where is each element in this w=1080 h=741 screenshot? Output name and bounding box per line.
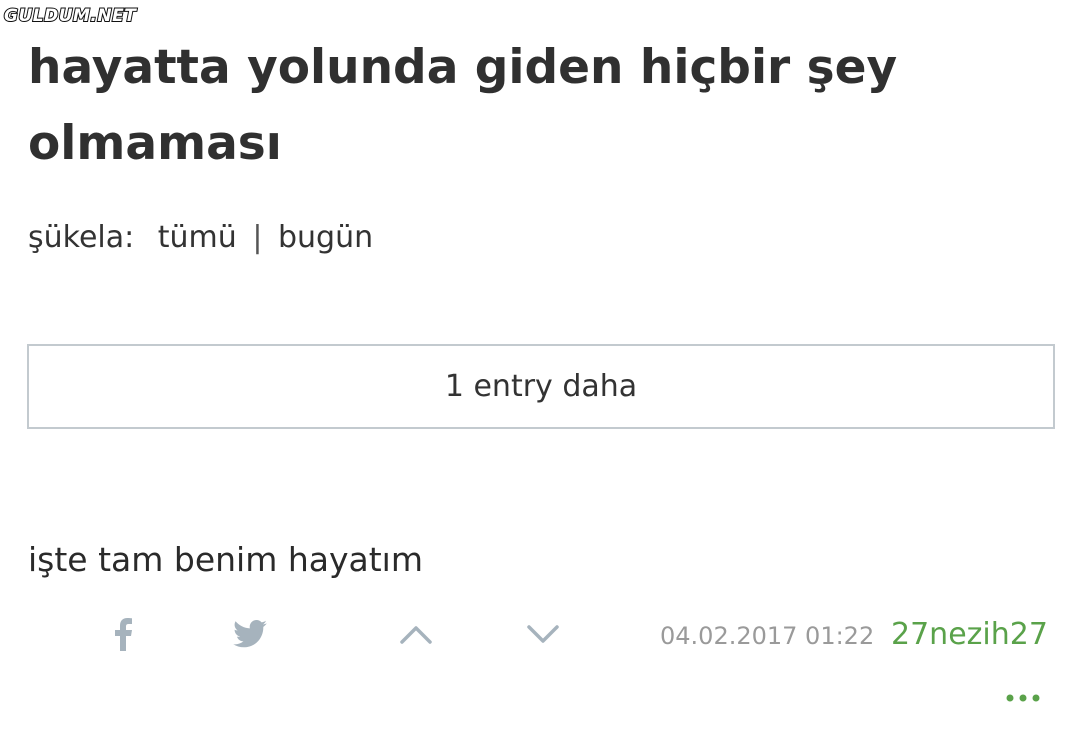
filter-all-link[interactable]: tümü [158,220,237,255]
entry-author[interactable]: 27nezih27 [891,617,1048,652]
watermark-logo: GULDUM.NET [3,5,137,27]
twitter-icon [233,620,267,648]
more-options-button[interactable] [1003,688,1043,708]
more-dots-icon [1006,694,1040,702]
filter-bar: şükela: tümü | bugün [28,220,373,255]
downvote-button[interactable] [520,612,566,656]
chevron-down-icon [527,625,559,643]
filter-separator: | [252,220,263,255]
more-entries-label: 1 entry daha [444,369,638,404]
twitter-share-button[interactable] [228,612,272,656]
chevron-up-icon [400,626,432,644]
topic-title[interactable]: hayatta yolunda giden hiçbir şey olmamas… [28,30,1038,182]
facebook-share-button[interactable] [106,612,140,656]
upvote-button[interactable] [393,612,439,656]
filter-today-link[interactable]: bugün [278,220,373,255]
entry-date[interactable]: 04.02.2017 01:22 [660,622,874,650]
more-entries-button[interactable]: 1 entry daha [27,344,1055,429]
filter-label: şükela: [28,220,135,255]
entry-content: işte tam benim hayatım [28,540,424,579]
facebook-icon [115,618,132,651]
